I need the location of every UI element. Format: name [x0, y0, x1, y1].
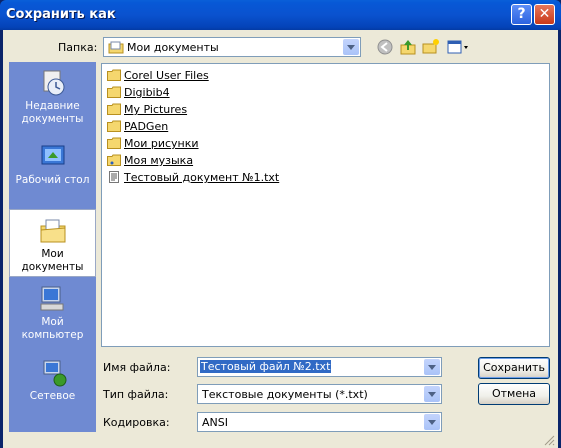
- list-item-label: Моя музыка: [124, 154, 194, 167]
- list-item-label: Digibib4: [124, 86, 170, 99]
- folder-combo[interactable]: Мои документы: [103, 37, 361, 57]
- window-title: Сохранить как: [6, 7, 116, 22]
- save-as-dialog: Сохранить как ? ✕ Папка: Мои документы Н…: [0, 0, 561, 448]
- my-documents-icon: [40, 219, 65, 243]
- place-label: Мои документы: [21, 248, 84, 273]
- place-my-computer[interactable]: Мой компьютер: [9, 284, 96, 354]
- folder-icon: [107, 103, 121, 115]
- cancel-button[interactable]: Отмена: [478, 383, 550, 405]
- music-folder-icon: [107, 154, 121, 166]
- place-label: Мой компьютер: [21, 316, 84, 341]
- place-label: Рабочий стол: [15, 174, 90, 186]
- save-button[interactable]: Сохранить: [478, 357, 550, 379]
- filename-value: Тестовый файл №2.txt: [200, 360, 332, 373]
- encoding-value: ANSI: [202, 416, 228, 429]
- dialog-body: Папка: Мои документы Недавние документы …: [3, 30, 558, 448]
- text-file-icon: [109, 171, 119, 183]
- folder-icon: [107, 137, 121, 149]
- up-folder-icon[interactable]: [399, 38, 417, 56]
- network-icon: [43, 360, 66, 387]
- close-button[interactable]: ✕: [534, 4, 555, 25]
- back-icon[interactable]: [376, 38, 394, 56]
- desktop-icon: [41, 145, 64, 165]
- encoding-label: Кодировка:: [103, 416, 170, 429]
- folder-icon: [107, 86, 121, 98]
- filetype-select[interactable]: Текстовые документы (*.txt): [197, 384, 442, 404]
- new-folder-icon[interactable]: [422, 38, 440, 56]
- list-item-label: My Pictures: [124, 103, 188, 116]
- place-label: Сетевое: [29, 390, 76, 402]
- my-documents-small-icon: [108, 41, 124, 54]
- my-computer-icon: [40, 286, 63, 311]
- list-item-label: Мои рисунки: [124, 137, 199, 150]
- encoding-select[interactable]: ANSI: [197, 412, 442, 432]
- places-bar: Недавние документы Рабочий стол Мои доку…: [9, 62, 96, 432]
- folder-label: Папка:: [58, 41, 98, 54]
- place-desktop[interactable]: Рабочий стол: [9, 142, 96, 202]
- filename-field[interactable]: Тестовый файл №2.txt: [197, 357, 442, 377]
- recent-documents-icon: [43, 70, 64, 96]
- list-item-label: PADGen: [124, 120, 169, 133]
- chevron-down-icon[interactable]: [424, 386, 440, 402]
- place-my-documents[interactable]: Мои документы: [9, 209, 96, 277]
- view-menu-icon[interactable]: [447, 38, 469, 56]
- title-bar[interactable]: Сохранить как ? ✕: [0, 0, 561, 30]
- help-icon: ?: [517, 6, 526, 22]
- resize-grip-icon[interactable]: [543, 434, 555, 446]
- place-network[interactable]: Сетевое: [9, 358, 96, 418]
- list-item-label: Тестовый документ №1.txt: [124, 171, 280, 184]
- filename-label: Имя файла:: [103, 361, 171, 374]
- folder-combo-value: Мои документы: [127, 41, 219, 54]
- list-item-label: Corel User Files: [124, 69, 209, 82]
- chevron-down-icon[interactable]: [424, 359, 440, 375]
- folder-icon: [107, 120, 121, 132]
- chevron-down-icon[interactable]: [343, 39, 359, 55]
- chevron-down-icon[interactable]: [424, 414, 440, 430]
- close-icon: ✕: [538, 6, 551, 22]
- file-list[interactable]: Corel User Files Digibib4 My Pictures PA…: [101, 63, 550, 347]
- filetype-value: Текстовые документы (*.txt): [202, 388, 368, 401]
- place-recent-documents[interactable]: Недавние документы: [9, 68, 96, 134]
- filetype-label: Тип файла:: [103, 388, 169, 401]
- place-label: Недавние документы: [21, 100, 84, 125]
- folder-icon: [107, 69, 121, 81]
- help-button[interactable]: ?: [511, 4, 532, 25]
